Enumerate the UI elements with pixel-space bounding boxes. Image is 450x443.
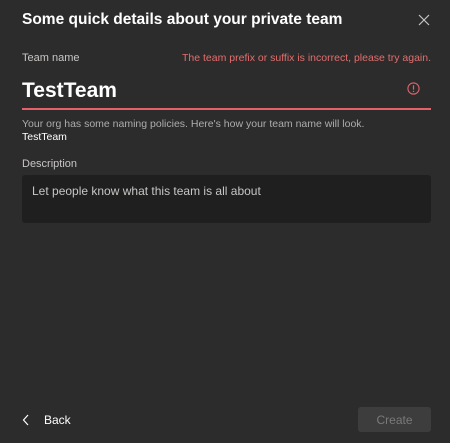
create-button[interactable]: Create [358,407,431,432]
dialog-title: Some quick details about your private te… [22,11,343,28]
chevron-left-icon [22,414,29,426]
team-name-label: Team name [22,52,80,64]
team-name-input[interactable]: TestTeam [22,74,431,110]
team-name-value[interactable]: TestTeam [22,77,117,105]
naming-policy-note: Your org has some naming policies. Here'… [22,118,365,130]
create-team-dialog: Some quick details about your private te… [0,0,450,443]
close-button[interactable] [413,9,435,31]
description-placeholder: Let people know what this team is all ab… [32,184,261,198]
error-circle-icon [407,82,420,95]
team-name-error-message: The team prefix or suffix is incorrect, … [182,52,431,64]
description-textarea[interactable]: Let people know what this team is all ab… [22,175,431,223]
back-label: Back [44,413,71,427]
close-icon [418,14,430,26]
back-button[interactable]: Back [22,408,71,432]
team-name-preview: TestTeam [22,131,67,143]
description-label: Description [22,158,78,170]
